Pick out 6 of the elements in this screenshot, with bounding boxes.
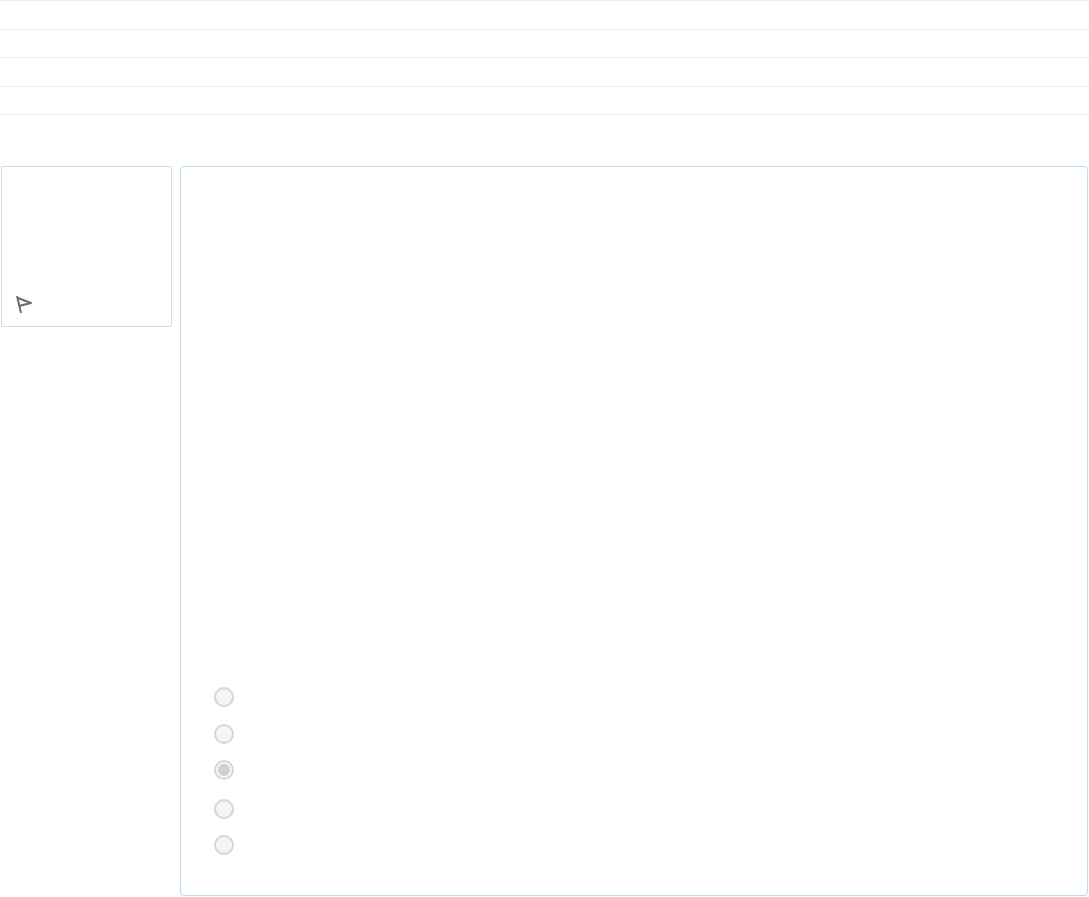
flag-icon xyxy=(14,294,34,314)
radio-button[interactable] xyxy=(214,835,234,855)
radio-button[interactable] xyxy=(214,687,234,707)
radio-button[interactable] xyxy=(214,760,234,780)
radio-button[interactable] xyxy=(214,724,234,744)
radio-button[interactable] xyxy=(214,799,234,819)
